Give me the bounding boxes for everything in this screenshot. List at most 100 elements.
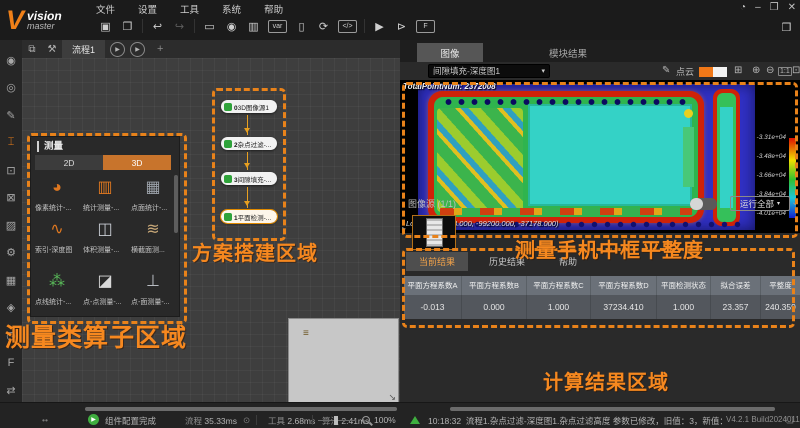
open-folder-icon[interactable]: ❒	[779, 19, 794, 35]
tool-point-plane-stat[interactable]: ▦	[131, 177, 175, 199]
variable-icon[interactable]: var	[268, 20, 287, 33]
tab-current-result[interactable]: 当前结果	[406, 252, 468, 271]
window-controls: ◔ – ❐ ✕	[740, 2, 796, 13]
run-continuous-icon[interactable]: ⊳	[394, 18, 409, 34]
menu-settings[interactable]: 设置	[138, 2, 157, 16]
open-solution-icon[interactable]: ❐	[120, 18, 135, 34]
flow-arrow	[247, 115, 248, 135]
display-source-dropdown[interactable]: 间隙填充-深度图1 ▾	[428, 64, 550, 78]
colorbar-tick: -3.48e+04	[752, 153, 786, 160]
statusbar: •• ▶ 组件配置完成 流程 35.33ms ⊙ 工具 2.68ms	[0, 402, 800, 428]
image-config-icon[interactable]: ⚙	[3, 245, 19, 261]
toolbar-separator	[142, 19, 143, 33]
gallery-icon[interactable]: ▦	[3, 272, 19, 288]
slider-knob[interactable]	[334, 416, 338, 425]
menu-help[interactable]: 帮助	[264, 2, 283, 16]
formula-tool-icon[interactable]: F	[3, 355, 19, 371]
module-green-icon	[224, 175, 232, 183]
crop-icon[interactable]: ⊡	[3, 162, 19, 178]
formula-icon[interactable]: F	[416, 20, 435, 33]
measure-operator-panel: 测量 2D 3D ◕ ▥ ▦ 像素统计-... 统计测量-... 点面统计-..…	[30, 136, 180, 317]
log-panel-icon[interactable]: ❏	[786, 415, 794, 426]
bottom-components	[440, 208, 692, 215]
flow-run-step-icon[interactable]: ▶	[130, 42, 145, 57]
mark-icon[interactable]: ◈	[3, 300, 19, 316]
tab-image[interactable]: 图像	[417, 43, 483, 62]
menu-file[interactable]: 文件	[96, 2, 115, 16]
curve-icon: ∿	[35, 219, 79, 241]
chevron-down-icon: ▾	[541, 67, 545, 75]
tab-module-result[interactable]: 模块结果	[520, 43, 616, 62]
tool-stat-measure[interactable]: ▥	[83, 177, 127, 199]
edit-icon[interactable]: ✎	[662, 65, 670, 76]
thumb-prev-icon[interactable]: ▸	[402, 224, 406, 233]
zoom-in-icon[interactable]: ⊕	[752, 65, 760, 76]
module-icon[interactable]: ▯	[294, 18, 309, 34]
status-ready-icon: ▶	[88, 414, 99, 425]
undo-icon[interactable]: ↩	[150, 18, 165, 34]
tool-wrench-icon[interactable]: ⚒	[42, 44, 62, 55]
locate-icon[interactable]: ◎	[3, 80, 19, 96]
minimize-icon[interactable]: –	[755, 2, 761, 13]
flow-run-icon[interactable]: ▶	[110, 42, 125, 57]
center-view-icon[interactable]: ⊞	[734, 65, 742, 76]
tool-point-point-measure[interactable]: ◪	[83, 271, 127, 293]
communication-icon[interactable]: ⇄	[3, 382, 19, 398]
minimap-menu-icon[interactable]: ≡	[303, 329, 309, 339]
right-hscrollbar[interactable]	[450, 407, 775, 411]
log-message[interactable]: 10:18:32 流程1.杂点过滤-深度图1.杂点过滤高度 参数已修改，旧值：3…	[428, 415, 722, 427]
color-swatch-orange[interactable]	[699, 67, 713, 77]
close-icon[interactable]: ✕	[788, 2, 796, 13]
tab-3d[interactable]: 3D	[103, 155, 171, 170]
calibration-icon[interactable]: ▥	[246, 18, 261, 34]
node-noise-filter[interactable]: 2杂点过滤-...	[221, 137, 277, 150]
save-icon[interactable]: ▣	[98, 18, 113, 34]
chevron-down-icon: ▾	[777, 200, 780, 207]
restore-icon[interactable]: ❐	[770, 2, 779, 13]
table-row[interactable]: -0.013 0.000 1.000 37234.410 1.000 23.35…	[404, 295, 800, 319]
tool-index-depthmap[interactable]: ∿	[35, 219, 79, 241]
camera-icon[interactable]: ◉	[224, 18, 239, 34]
match-icon[interactable]: ⊠	[3, 190, 19, 206]
continuous-toggle[interactable]	[690, 198, 717, 210]
performance-icon[interactable]: ◔	[740, 2, 746, 13]
script-icon[interactable]: </>	[338, 20, 357, 33]
drag-handle-icon[interactable]: ••	[42, 415, 48, 425]
tab-flow1[interactable]: 流程1	[62, 40, 105, 58]
image-edit-icon[interactable]: ✎	[3, 107, 19, 123]
tool-volume-measure[interactable]: ◫	[83, 219, 127, 241]
measure-icon[interactable]: ⌶	[3, 135, 19, 151]
tool-pixel-stat[interactable]: ◕	[35, 177, 79, 199]
image-thumbnail[interactable]	[412, 215, 456, 250]
loop-run-icon[interactable]: ⟳	[316, 18, 331, 34]
camera-source-icon[interactable]: ◉	[3, 52, 19, 68]
new-window-icon[interactable]: ▭	[202, 18, 217, 34]
tool-label: 横截面测...	[131, 245, 177, 255]
node-gap-fill[interactable]: 3间隙填充-...	[221, 172, 277, 185]
left-hscrollbar[interactable]	[85, 407, 397, 411]
flow-list-icon[interactable]: ⧉	[22, 44, 42, 55]
tool-point-plane-measure[interactable]: ⊥	[131, 271, 175, 293]
color-swatch-white[interactable]	[713, 67, 727, 77]
fit-window-icon[interactable]: ⊡	[792, 65, 800, 76]
menu-tools[interactable]: 工具	[180, 2, 199, 16]
node-plane-detect[interactable]: 1平面检测-...	[221, 210, 277, 223]
flow-minimap[interactable]: ≡ ↘	[288, 318, 399, 402]
tool-cross-section[interactable]: ≋	[131, 219, 175, 241]
tool-point-line-stat[interactable]: ⁂	[35, 271, 79, 293]
collapse-icon[interactable]: ⌄	[791, 197, 799, 208]
zoom-out-icon[interactable]: ⊖	[766, 65, 774, 76]
metric-tool: 工具 2.68ms	[268, 415, 315, 427]
menu-system[interactable]: 系统	[222, 2, 241, 16]
run-all-button[interactable]: 运行全部 ▾	[730, 196, 790, 211]
run-once-icon[interactable]: ▶	[372, 18, 387, 34]
add-flow-icon[interactable]: +	[157, 43, 163, 55]
minimap-resize-icon[interactable]: ↘	[388, 392, 396, 402]
zoom-slider[interactable]	[318, 420, 356, 421]
tab-2d[interactable]: 2D	[35, 155, 103, 170]
node-3d-image-source[interactable]: 03D图像源1	[221, 100, 277, 113]
box-3d-icon: ▦	[131, 177, 175, 199]
actual-size-icon[interactable]: 1:1	[778, 67, 792, 76]
redo-icon[interactable]: ↪	[172, 18, 187, 34]
recognize-icon[interactable]: ▨	[3, 217, 19, 233]
